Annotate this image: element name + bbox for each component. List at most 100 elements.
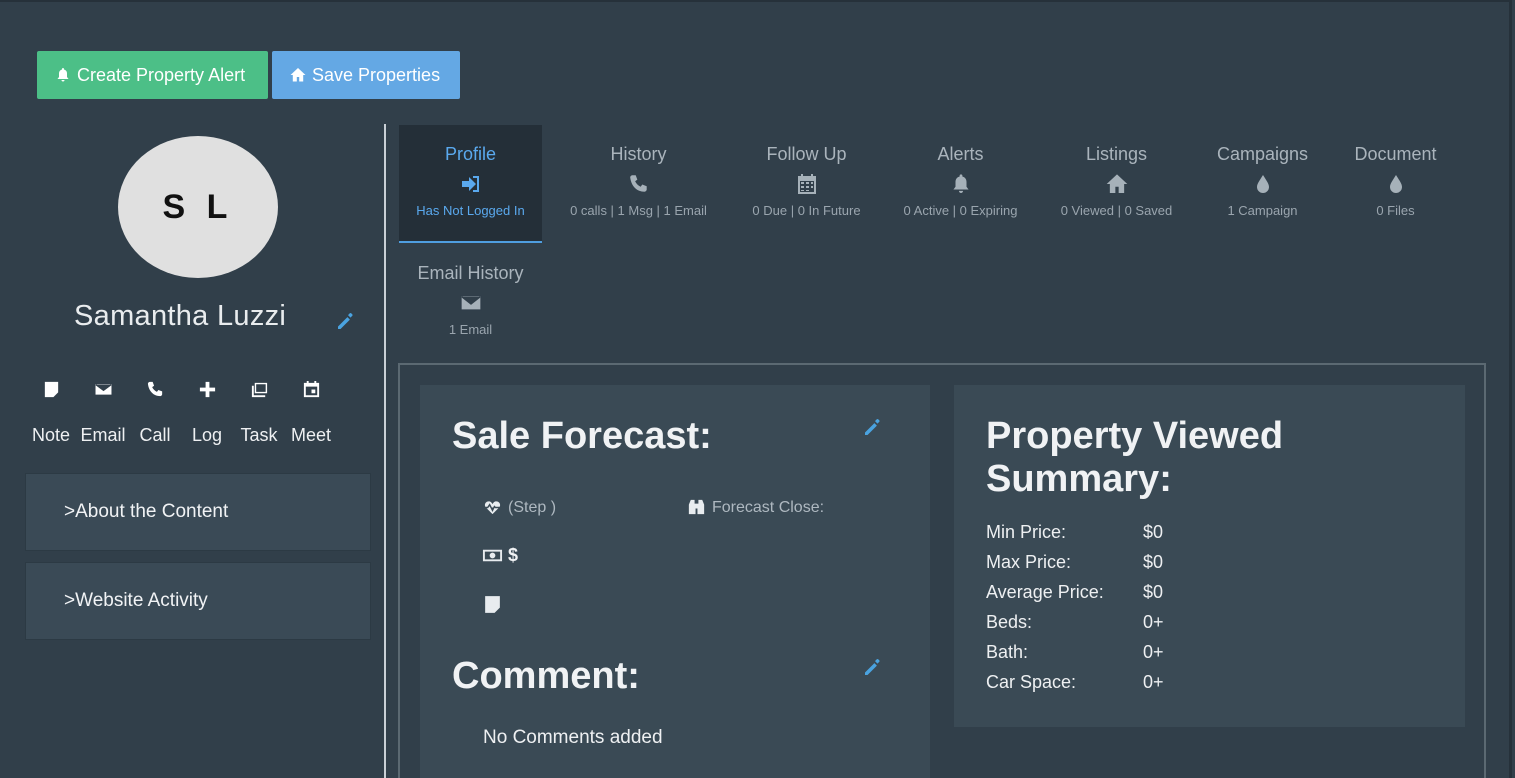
note-icon [485,596,500,613]
edit-name-button[interactable] [336,311,356,331]
accordion-label: Website Activity [75,590,208,611]
summary-row: Car Space: 0+ [986,667,1164,697]
money-icon [482,549,503,562]
action-label: Log [191,425,223,445]
chevron-right-icon: > [64,590,76,611]
save-properties-button[interactable]: Save Properties [272,51,460,99]
tab-label: Profile [444,144,497,164]
summary-row: Beds: 0+ [986,607,1164,637]
accordion-label: About the Content [75,501,229,522]
edit-forecast-button[interactable] [863,417,883,437]
create-property-alert-button[interactable]: Create Property Alert [37,51,268,99]
summary-row: Min Price: $0 [986,517,1164,547]
home-icon [1106,173,1128,195]
comment-title: Comment: [452,655,640,697]
tab-email-history[interactable]: Email History 1 Email [399,244,542,362]
summary-row: Max Price: $0 [986,547,1164,577]
summary-key: Car Space: [986,671,1077,692]
phone-icon [628,173,650,195]
tab-subtitle: 0 Active | 0 Expiring [903,203,1018,218]
summary-value: 0+ [1143,641,1164,662]
pencil-icon [865,419,881,435]
action-log[interactable]: Log [181,380,233,446]
tab-listings[interactable]: Listings 0 Viewed | 0 Saved [1045,125,1188,243]
calendar-icon [796,173,818,195]
property-viewed-summary-card: Property Viewed Summary: Min Price: $0 Ma… [954,385,1465,727]
binoculars-icon [688,499,705,515]
action-email[interactable]: Email [77,380,129,446]
tab-document[interactable]: Document 0 Files [1324,125,1467,243]
tab-label: Email History [417,263,524,283]
summary-key: Max Price: [986,551,1072,572]
tab-subtitle: 0 Due | 0 In Future [752,203,861,218]
summary-key: Beds: [986,611,1033,632]
summary-row: Average Price: $0 [986,577,1164,607]
summary-row: Bath: 0+ [986,637,1164,667]
accordion-about-content[interactable]: > About the Content [25,473,371,551]
task-icon [251,382,267,398]
tab-campaigns[interactable]: Campaigns 1 Campaign [1191,125,1334,243]
panel-divider [384,124,386,778]
edit-comment-button[interactable] [863,657,883,677]
tab-label: Document [1354,144,1437,164]
tab-label: Campaigns [1216,144,1309,164]
contact-sidebar: S L Samantha Luzzi Note Email Call Log T… [0,124,384,778]
top-toolbar: Create Property Alert Save Properties [37,51,460,99]
summary-key: Average Price: [986,581,1104,602]
summary-value: 0+ [1143,611,1164,632]
summary-value: $0 [1143,551,1164,572]
forecast-note [482,594,503,615]
property-summary-title: Property Viewed Summary: [986,415,1283,501]
action-task[interactable]: Task [233,380,285,446]
action-label: Task [240,425,278,445]
summary-value: $0 [1143,521,1164,542]
save-properties-label: Save Properties [312,64,441,85]
action-call[interactable]: Call [129,380,181,446]
avatar: S L [118,136,278,278]
property-summary-list: Min Price: $0 Max Price: $0 Average Price:… [986,517,1164,697]
summary-key: Min Price: [986,521,1067,542]
drop-icon [1385,173,1407,195]
tab-label: Listings [1085,144,1148,164]
profile-content: Sale Forecast: (Step ) Forecast Close: $… [398,363,1486,778]
action-meet[interactable]: Meet [285,380,337,446]
tab-follow-up[interactable]: Follow Up 0 Due | 0 In Future [735,125,878,243]
pencil-icon [338,313,354,329]
plus-icon [199,381,215,398]
create-property-alert-label: Create Property Alert [77,64,246,85]
action-label: Meet [290,425,332,445]
forecast-step: (Step ) [482,497,556,518]
phone-icon [147,381,162,397]
accordion-website-activity[interactable]: > Website Activity [25,562,371,640]
property-summary-title-line1: Property Viewed [986,415,1284,457]
tab-subtitle: 0 Viewed | 0 Saved [1060,203,1173,218]
note-icon [44,381,58,398]
bell-icon [950,173,972,195]
forecast-step-label: (Step ) [508,498,557,516]
forecast-amount-value: $ [508,545,519,565]
tab-profile[interactable]: Profile Has Not Logged In [399,125,542,243]
forecast-amount: $ [482,545,518,566]
chevron-right-icon: > [64,501,76,522]
summary-key: Bath: [986,641,1029,662]
summary-value: $0 [1143,581,1164,602]
tab-history[interactable]: History 0 calls | 1 Msg | 1 Email [567,125,710,243]
pencil-icon [865,659,881,675]
heartbeat-icon [483,499,502,517]
sign-in-icon [460,173,482,195]
tab-label: Alerts [937,144,984,164]
property-summary-title-line2: Summary: [986,458,1172,500]
tab-alerts[interactable]: Alerts 0 Active | 0 Expiring [889,125,1032,243]
envelope-icon [93,383,113,396]
calendar-icon [303,380,319,398]
tab-label: Follow Up [766,144,847,164]
action-note[interactable]: Note [25,380,77,446]
tab-label: History [610,144,667,164]
action-label: Call [139,425,171,445]
quick-actions: Note Email Call Log Task Meet [25,380,337,446]
tab-subtitle: 0 calls | 1 Msg | 1 Email [570,203,707,218]
sale-forecast-card: Sale Forecast: (Step ) Forecast Close: $… [420,385,930,778]
contact-name: Samantha Luzzi [74,300,287,332]
envelope-icon [459,292,482,314]
action-label: Email [80,425,126,445]
